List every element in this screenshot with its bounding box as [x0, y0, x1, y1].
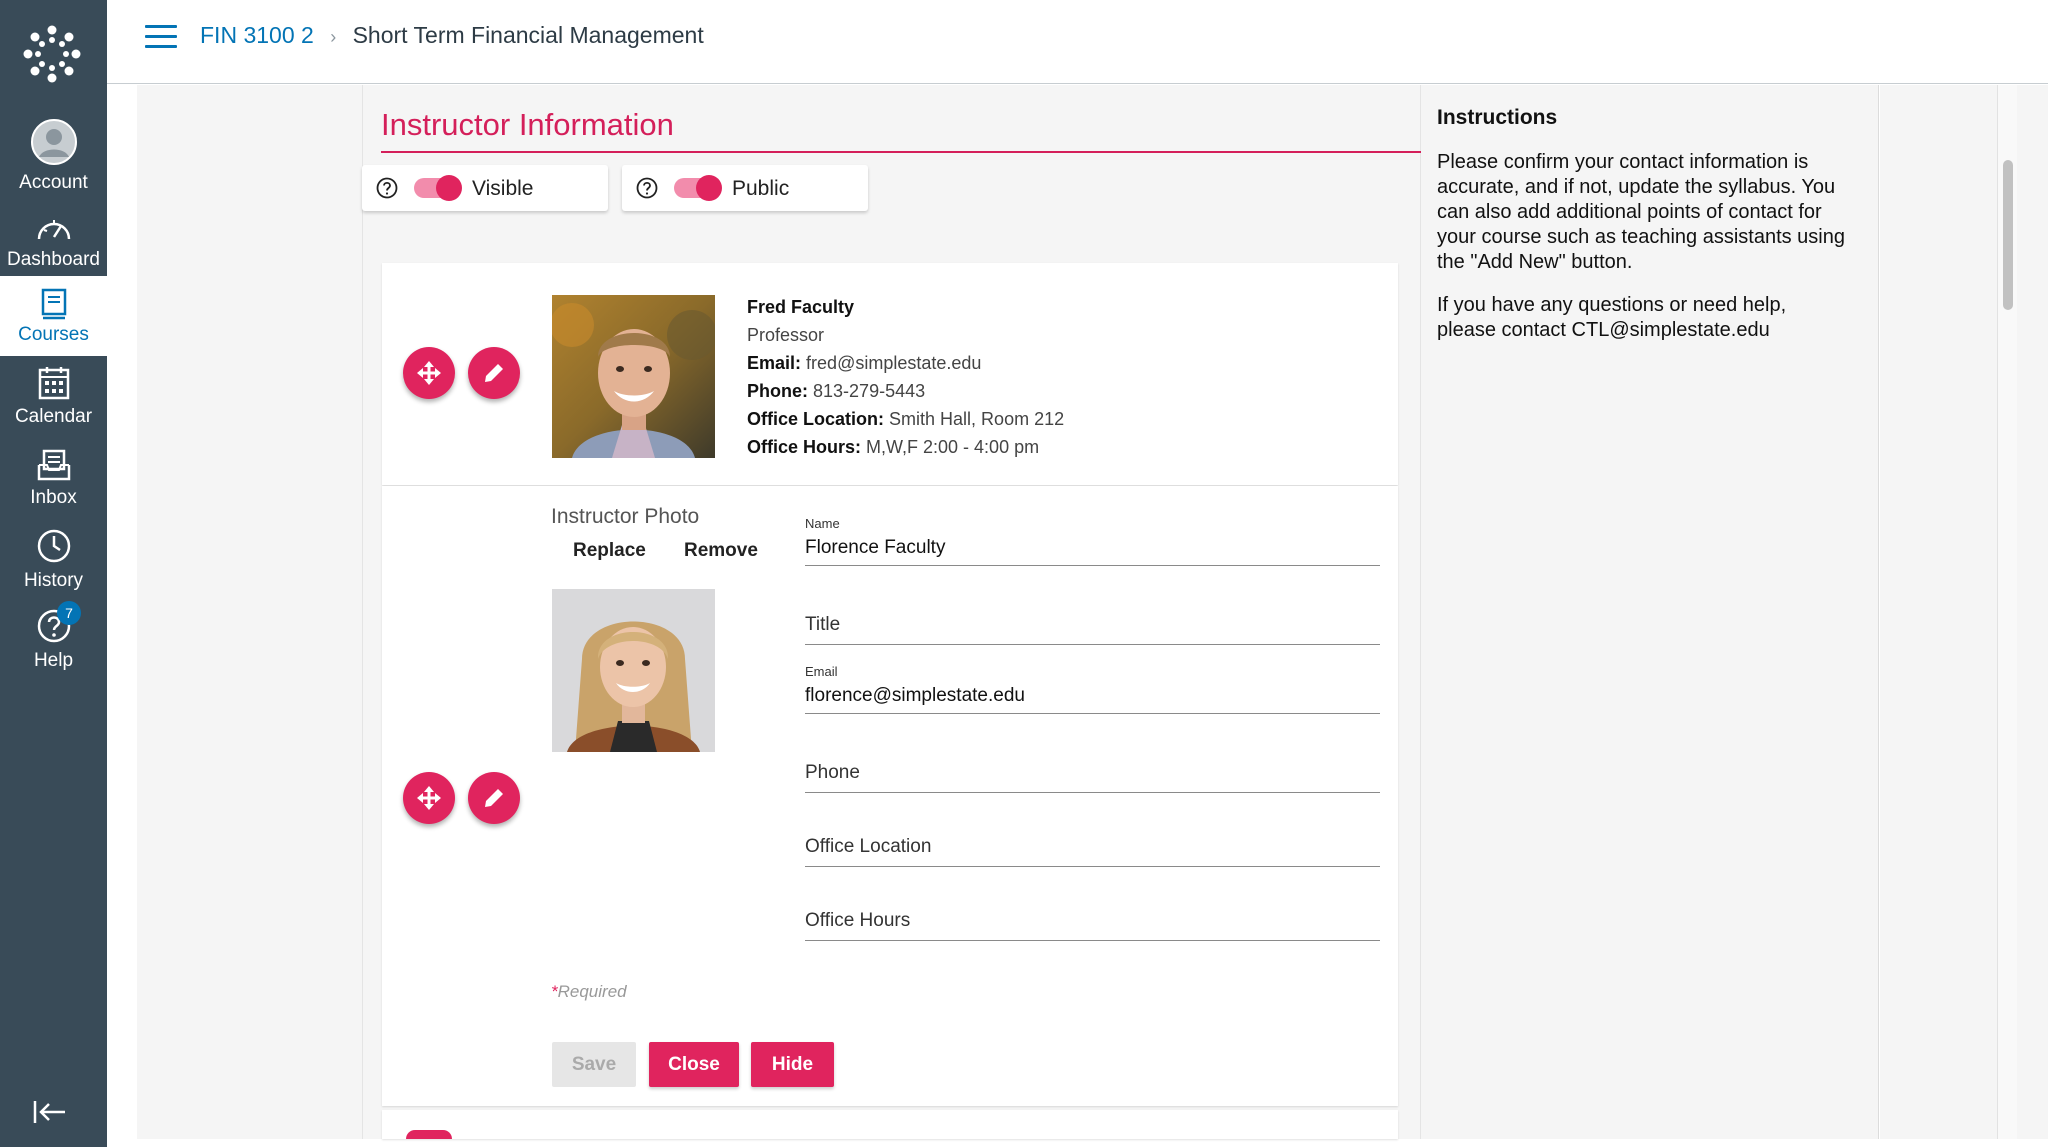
instructions-paragraph-2: If you have any questions or need help, …	[1437, 294, 1787, 341]
instructor-phone: 813-279-5443	[813, 381, 926, 401]
instructor-hours: M,W,F 2:00 - 4:00 pm	[866, 437, 1040, 457]
nav-item-inbox[interactable]: Inbox	[0, 449, 107, 509]
visible-label: Visible	[472, 177, 534, 200]
name-field-value[interactable]: Florence Faculty	[805, 537, 1380, 565]
required-star: *	[551, 982, 558, 1001]
section-title: Instructor Information	[381, 107, 1421, 153]
next-instructor-card	[382, 1110, 1398, 1139]
office-hours-field[interactable]: Office Hours	[805, 910, 1380, 941]
nav-item-courses[interactable]: Courses	[0, 276, 107, 356]
inbox-icon	[37, 449, 70, 481]
help-circle-icon[interactable]	[636, 177, 658, 199]
required-note: *Required	[551, 982, 627, 1002]
hours-label: Office Hours:	[747, 437, 862, 457]
email-field[interactable]: Email florence@simplestate.edu	[805, 664, 1380, 714]
email-field-label: Email	[805, 664, 838, 679]
dashboard-icon	[37, 220, 70, 240]
breadcrumb: FIN 3100 2 › Short Term Financial Manage…	[200, 22, 704, 49]
right-gutter	[1880, 85, 2048, 1139]
calendar-icon	[38, 367, 69, 400]
phone-field-placeholder[interactable]: Phone	[805, 762, 1380, 792]
help-notification-badge: 7	[57, 601, 81, 625]
pencil-icon	[485, 364, 503, 382]
nav-label-courses: Courses	[18, 324, 89, 345]
canvas-logo-icon[interactable]	[22, 24, 82, 84]
nav-item-account[interactable]: Account	[0, 118, 107, 194]
public-toggle-box: Public	[622, 165, 868, 211]
nav-label-account: Account	[19, 172, 88, 193]
replace-photo-button[interactable]: Replace	[573, 540, 646, 562]
office-location-field[interactable]: Office Location	[805, 836, 1380, 867]
required-text: Required	[557, 982, 627, 1001]
instructor-photo-florence	[552, 589, 715, 752]
instructor-name: Fred Faculty	[747, 297, 855, 317]
pencil-icon	[485, 789, 503, 807]
office-hours-field-placeholder[interactable]: Office Hours	[805, 910, 1380, 940]
course-header: FIN 3100 2 › Short Term Financial Manage…	[107, 0, 2048, 84]
nav-label-help: Help	[33, 650, 74, 671]
instructor-email: fred@simplestate.edu	[806, 353, 982, 373]
move-button[interactable]	[403, 772, 455, 824]
instructor-office: Smith Hall, Room 212	[889, 409, 1065, 429]
nav-item-history[interactable]: History	[0, 528, 107, 592]
visible-toggle-box: Visible	[362, 165, 608, 211]
save-button[interactable]: Save	[552, 1042, 636, 1087]
nav-label-dashboard: Dashboard	[7, 249, 100, 270]
nav-label-history: History	[23, 570, 84, 591]
instructions-paragraph-1: Please confirm your contact information …	[1437, 151, 1845, 273]
phone-field[interactable]: Phone	[805, 762, 1380, 793]
phone-label: Phone:	[747, 381, 808, 401]
email-label: Email:	[747, 353, 802, 373]
global-nav: Account Dashboard Courses Calendar Inbox…	[0, 0, 107, 1147]
nav-item-dashboard[interactable]: Dashboard	[0, 213, 107, 271]
nav-label-inbox: Inbox	[30, 487, 77, 508]
instructor-photo-label: Instructor Photo	[551, 505, 700, 528]
public-switch[interactable]	[674, 175, 722, 201]
edit-button[interactable]	[468, 347, 520, 399]
move-button[interactable]	[403, 347, 455, 399]
remove-photo-button[interactable]: Remove	[684, 540, 758, 562]
nav-label-calendar: Calendar	[14, 406, 93, 427]
next-move-button[interactable]	[406, 1130, 452, 1139]
courses-icon	[41, 288, 66, 320]
hide-button[interactable]: Hide	[751, 1042, 834, 1087]
email-field-value[interactable]: florence@simplestate.edu	[805, 685, 1380, 713]
history-icon	[37, 529, 70, 563]
breadcrumb-separator: ›	[330, 27, 337, 47]
content-gutter	[137, 85, 362, 1139]
instructor-edit-card	[382, 486, 1398, 1106]
hamburger-menu-icon[interactable]	[145, 25, 177, 49]
name-field-label: Name	[805, 516, 840, 531]
help-circle-icon[interactable]	[376, 177, 398, 199]
instructor-info: Fred Faculty Professor Email: fred@simpl…	[747, 293, 1064, 461]
account-icon	[30, 119, 77, 165]
instructions-title: Instructions	[1437, 106, 1558, 129]
scrollbar-thumb[interactable]	[2003, 160, 2013, 310]
close-button[interactable]: Close	[649, 1042, 739, 1087]
move-arrows-icon	[417, 361, 441, 385]
instructor-title: Professor	[747, 325, 825, 345]
office-location-field-placeholder[interactable]: Office Location	[805, 836, 1380, 866]
visible-switch[interactable]	[414, 175, 462, 201]
office-label: Office Location:	[747, 409, 885, 429]
title-field[interactable]: Title	[805, 614, 1380, 645]
public-label: Public	[732, 177, 790, 200]
nav-item-help[interactable]: Help	[0, 608, 107, 672]
collapse-nav-icon[interactable]	[32, 1098, 68, 1126]
title-field-placeholder[interactable]: Title	[805, 614, 1380, 644]
breadcrumb-current-page: Short Term Financial Management	[352, 22, 704, 48]
edit-button[interactable]	[468, 772, 520, 824]
name-field[interactable]: Name Florence Faculty	[805, 516, 1380, 566]
breadcrumb-course-link[interactable]: FIN 3100 2	[200, 22, 314, 48]
nav-item-calendar[interactable]: Calendar	[0, 366, 107, 428]
move-arrows-icon	[417, 786, 441, 810]
instructor-photo-fred	[552, 295, 715, 458]
